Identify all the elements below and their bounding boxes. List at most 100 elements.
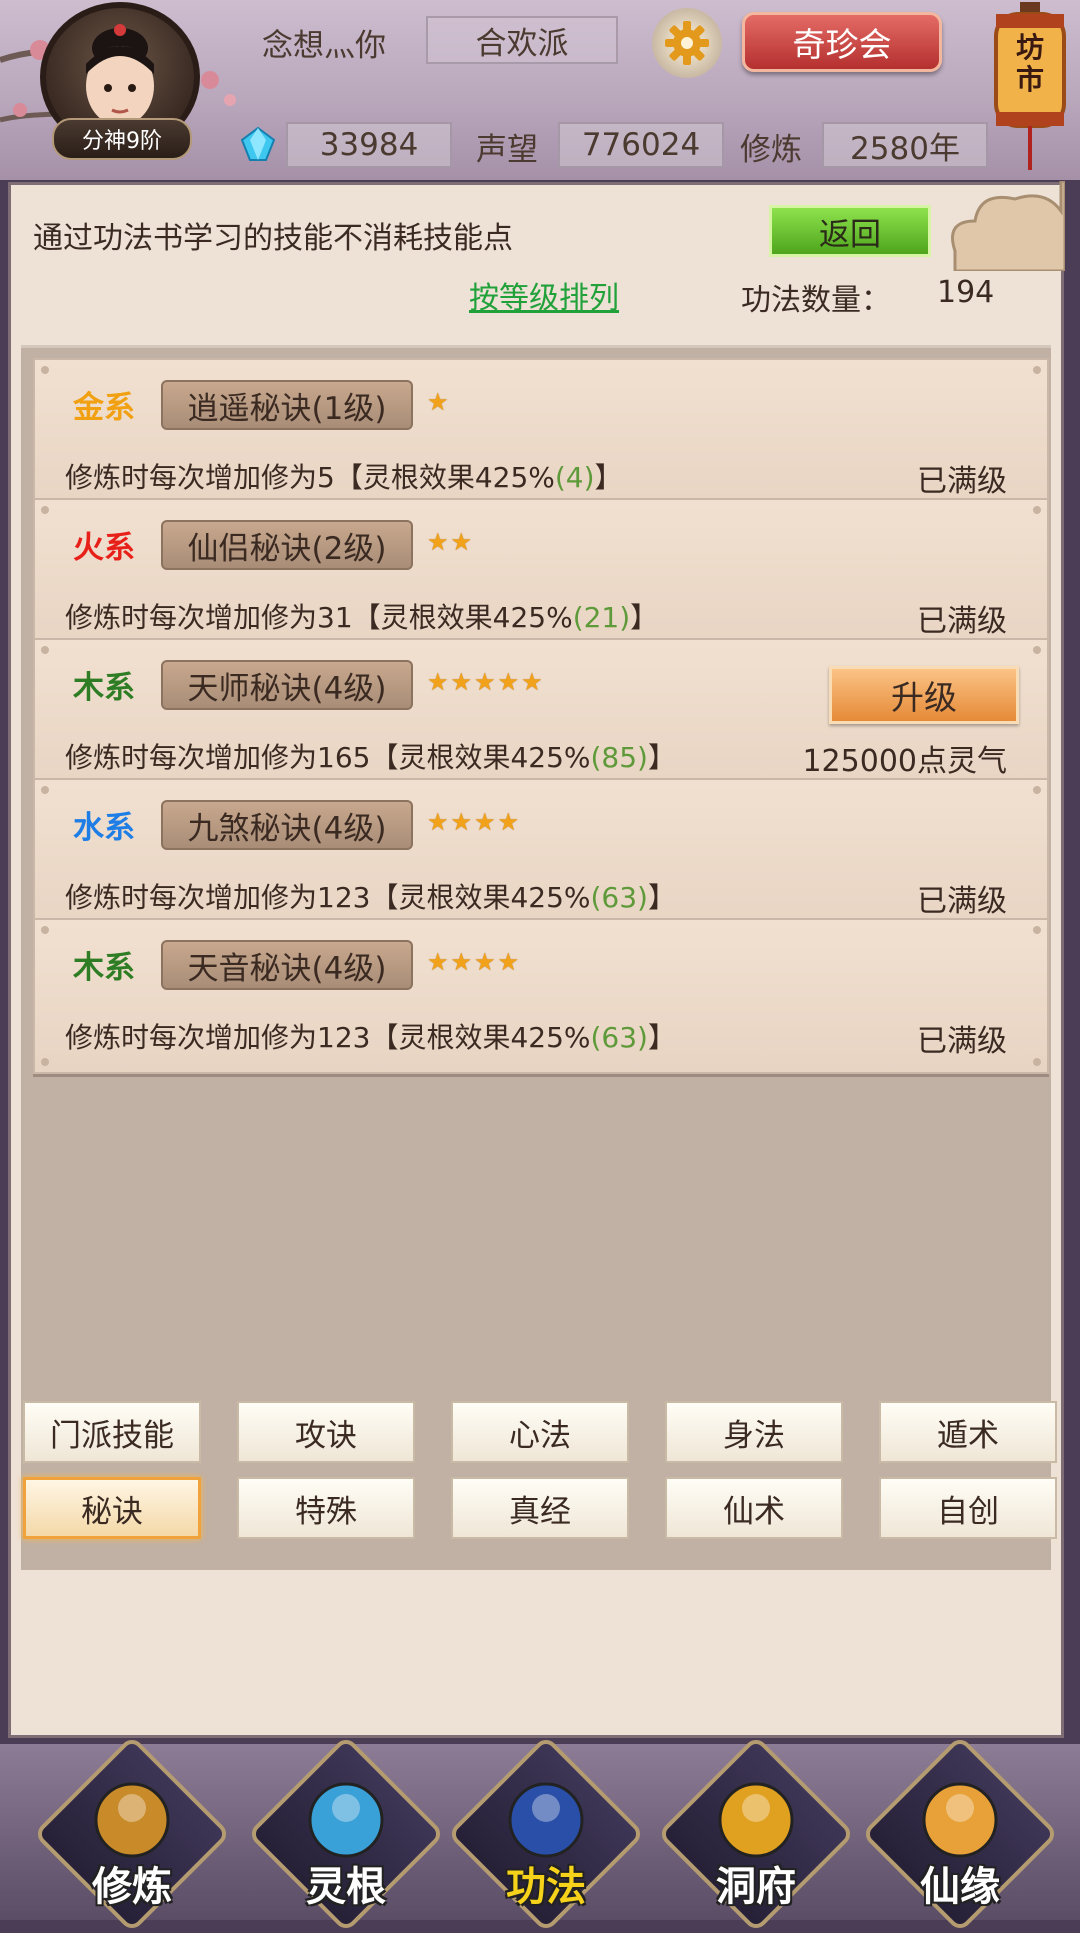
nav-1[interactable]: 修炼: [33, 1735, 231, 1933]
skill-effect-text: 修炼时每次增加修为123【灵根效果425%: [65, 1021, 591, 1054]
skill-effect-text: 修炼时每次增加修为5【灵根效果425%: [65, 461, 555, 494]
sect-name: 合欢派: [426, 16, 618, 64]
skill-card[interactable]: 金系 逍遥秘诀(1级) ★ 修炼时每次增加修为5【灵根效果425%(4)】 已满…: [33, 358, 1049, 514]
cloud-decoration: [951, 181, 1065, 271]
star-icon: ★: [474, 808, 496, 836]
star-icon: ★: [427, 668, 449, 696]
skill-status: 已满级: [917, 884, 1007, 919]
star-icon: ★: [427, 948, 449, 976]
skill-name: 天音秘诀(4级): [161, 940, 413, 990]
tab-row2-5[interactable]: 自创: [879, 1477, 1057, 1539]
skill-count-value: 194: [937, 275, 995, 310]
tab-row2-4[interactable]: 仙术: [665, 1477, 843, 1539]
skill-element: 火系: [73, 530, 135, 566]
cultivation-label: 修炼: [740, 132, 802, 168]
gear-icon: [665, 21, 709, 65]
spirit-stones-value: 33984: [286, 122, 452, 168]
skill-effect-text: 修炼时每次增加修为31【灵根效果425%: [65, 601, 573, 634]
book-icon: [508, 1782, 584, 1858]
skill-name: 逍遥秘诀(1级): [161, 380, 413, 430]
skill-description: 修炼时每次增加修为165【灵根效果425%(85)】: [65, 736, 676, 776]
skill-element: 金系: [73, 390, 135, 426]
star-icon: ★: [450, 668, 473, 696]
skill-effect-close: 】: [647, 1021, 676, 1054]
skill-effect-close: 】: [594, 461, 623, 494]
skill-stars: ★ ★ ★ ★: [427, 950, 519, 974]
upgrade-button[interactable]: 升级: [829, 666, 1019, 724]
skill-element: 木系: [73, 670, 135, 706]
skill-element: 木系: [73, 950, 135, 986]
skill-effect-bonus: (63): [590, 1021, 648, 1054]
skill-card[interactable]: 水系 九煞秘诀(4级) ★ ★ ★ ★ 修炼时每次增加修为123【灵根效果425%(6…: [33, 778, 1049, 934]
tab-row2-3[interactable]: 真经: [451, 1477, 629, 1539]
skill-element: 水系: [73, 810, 135, 846]
star-icon: ★: [450, 528, 473, 556]
market-label: 坊市: [1015, 31, 1044, 96]
settings-button[interactable]: [652, 8, 722, 78]
spirit-stone-icon: [240, 126, 276, 161]
star-icon: ★: [521, 668, 543, 696]
skill-name: 仙侣秘诀(2级): [161, 520, 413, 570]
skill-status: 已满级: [917, 1024, 1007, 1059]
nav-4[interactable]: 洞府: [657, 1735, 855, 1933]
nav-label: 灵根: [306, 1864, 386, 1910]
skill-status: 已满级: [917, 464, 1007, 499]
skill-status: 125000点灵气: [802, 744, 1007, 779]
skill-effect-close: 】: [630, 601, 659, 634]
nav-label: 功法: [506, 1864, 586, 1910]
market-lantern-button[interactable]: 坊市: [990, 2, 1070, 170]
back-button[interactable]: 返回: [769, 205, 931, 257]
nav-label: 仙缘: [920, 1864, 1000, 1910]
treasure-fair-button[interactable]: 奇珍会: [742, 12, 942, 72]
skill-name: 九煞秘诀(4级): [161, 800, 413, 850]
star-icon: ★: [450, 808, 473, 836]
star-icon: ★: [427, 388, 449, 416]
skill-effect-close: 】: [647, 881, 676, 914]
skill-card[interactable]: 火系 仙侣秘诀(2级) ★ ★ 修炼时每次增加修为31【灵根效果425%(21)】…: [33, 498, 1049, 654]
skill-list[interactable]: 金系 逍遥秘诀(1级) ★ 修炼时每次增加修为5【灵根效果425%(4)】 已满…: [21, 345, 1051, 1570]
realm-rank-badge: 分神9阶: [52, 118, 192, 160]
skill-name: 天师秘诀(4级): [161, 660, 413, 710]
skill-description: 修炼时每次增加修为123【灵根效果425%(63)】: [65, 1016, 676, 1056]
skill-effect-bonus: (4): [554, 461, 595, 494]
gourd-icon: [922, 1782, 998, 1858]
skill-panel: 通过功法书学习的技能不消耗技能点 返回 按等级排列 功法数量： 194 金系 逍…: [8, 181, 1065, 1738]
tab-row1-1[interactable]: 门派技能: [23, 1401, 201, 1463]
skill-effect-bonus: (21): [572, 601, 631, 634]
skill-card[interactable]: 木系 天音秘诀(4级) ★ ★ ★ ★ 修炼时每次增加修为123【灵根效果425%(6…: [33, 918, 1049, 1074]
star-icon: ★: [497, 668, 520, 696]
skill-description: 修炼时每次增加修为31【灵根效果425%(21)】: [65, 596, 658, 636]
tab-row1-2[interactable]: 攻诀: [237, 1401, 415, 1463]
bottom-navigation: 修炼 灵根 功法 洞府 仙缘: [0, 1735, 1080, 1933]
tab-row2-1[interactable]: 秘诀: [23, 1477, 201, 1539]
star-icon: ★: [474, 948, 496, 976]
star-icon: ★: [474, 668, 496, 696]
nav-label: 修炼: [92, 1864, 172, 1910]
skill-status: 已满级: [917, 604, 1007, 639]
nav-3[interactable]: 功法: [447, 1735, 645, 1933]
tab-row1-5[interactable]: 遁术: [879, 1401, 1057, 1463]
pagoda-icon: [718, 1782, 794, 1858]
reputation-label: 声望: [476, 132, 538, 168]
skill-stars: ★ ★ ★ ★: [427, 810, 519, 834]
tab-row1-3[interactable]: 心法: [451, 1401, 629, 1463]
tab-row1-4[interactable]: 身法: [665, 1401, 843, 1463]
skill-count-label: 功法数量：: [741, 283, 891, 318]
skill-description: 修炼时每次增加修为123【灵根效果425%(63)】: [65, 876, 676, 916]
star-icon: ★: [427, 808, 449, 836]
skill-stars: ★ ★: [427, 530, 472, 554]
nav-5[interactable]: 仙缘: [861, 1735, 1059, 1933]
nav-label: 洞府: [716, 1864, 796, 1910]
skill-card[interactable]: 木系 天师秘诀(4级) ★ ★ ★ ★ ★ 修炼时每次增加修为165【灵根效果425%(…: [33, 638, 1049, 794]
yin-yang-sword-icon: [308, 1782, 384, 1858]
skill-stars: ★: [427, 390, 449, 414]
player-name: 念想灬你: [262, 28, 386, 64]
skill-effect-close: 】: [647, 741, 676, 774]
skill-book-notice: 通过功法书学习的技能不消耗技能点: [33, 221, 513, 256]
star-icon: ★: [497, 948, 520, 976]
star-icon: ★: [450, 948, 473, 976]
tab-row2-2[interactable]: 特殊: [237, 1477, 415, 1539]
sort-by-level-link[interactable]: 按等级排列: [469, 273, 619, 317]
skill-effect-text: 修炼时每次增加修为165【灵根效果425%: [65, 741, 591, 774]
nav-2[interactable]: 灵根: [247, 1735, 445, 1933]
